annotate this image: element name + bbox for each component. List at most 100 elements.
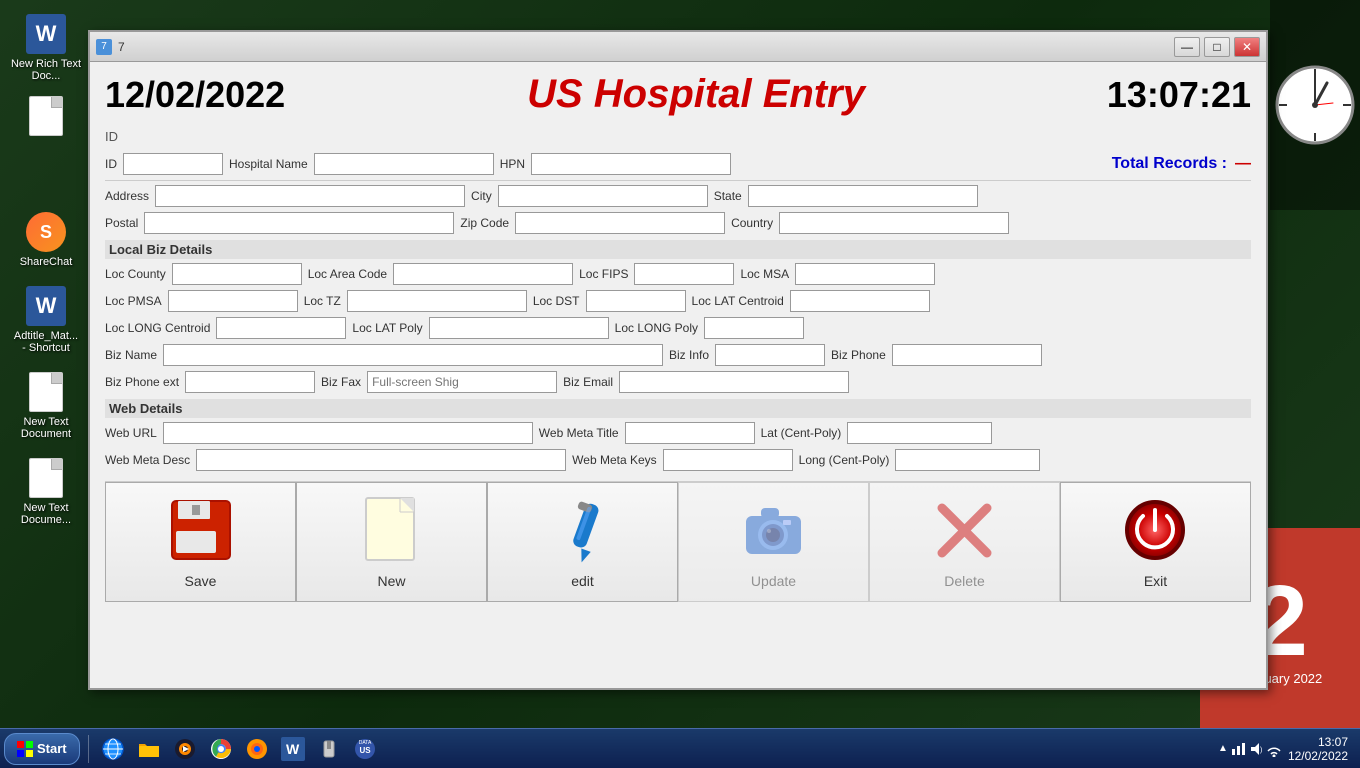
web-meta-desc-label: Web Meta Desc [105, 453, 190, 467]
long-cent-poly-input[interactable] [895, 449, 1040, 471]
postal-row: Postal Zip Code Country [105, 212, 1251, 234]
app-content: 12/02/2022 US Hospital Entry 13:07:21 ID… [90, 62, 1266, 612]
desktop-icon-new-text-1[interactable]: New Text Document [10, 368, 82, 444]
loc-tz-input[interactable] [347, 290, 527, 312]
desktop-icon-new-text-2[interactable]: New Text Docume... [10, 454, 82, 530]
taskbar-usdata-icon[interactable]: US DATA [349, 733, 381, 765]
id-input[interactable] [123, 153, 223, 175]
city-input[interactable] [498, 185, 708, 207]
loc-tz-label: Loc TZ [304, 294, 341, 308]
address-input[interactable] [155, 185, 465, 207]
loc-long-centroid-input[interactable] [216, 317, 346, 339]
hospital-name-input[interactable] [314, 153, 494, 175]
title-bar-left: 7 7 [96, 39, 125, 55]
loc-lat-poly-label: Loc LAT Poly [352, 321, 422, 335]
country-label: Country [731, 216, 773, 230]
local-biz-header: Local Biz Details [105, 240, 1251, 259]
loc-pmsa-input[interactable] [168, 290, 298, 312]
biz-fax-input[interactable] [367, 371, 557, 393]
loc-area-code-input[interactable] [393, 263, 573, 285]
biz-info-label: Biz Info [669, 348, 709, 362]
desktop: W New Rich Text Doc... S ShareChat W [0, 0, 1360, 768]
loc-lat-centroid-label: Loc LAT Centroid [692, 294, 784, 308]
loc-lat-poly-input[interactable] [429, 317, 609, 339]
app-header: 12/02/2022 US Hospital Entry 13:07:21 [105, 72, 1251, 117]
save-button[interactable]: Save [105, 482, 296, 602]
web-meta-desc-input[interactable] [196, 449, 566, 471]
taskbar-folder-icon[interactable] [133, 733, 165, 765]
svg-text:DATA: DATA [358, 740, 371, 746]
desktop-icon-paper1[interactable] [10, 92, 82, 144]
desktop-icon-adtitle[interactable]: W Adtitle_Mat...- Shortcut [10, 282, 82, 358]
loc-dst-label: Loc DST [533, 294, 580, 308]
new-paper-svg [364, 496, 419, 564]
postal-input[interactable] [144, 212, 454, 234]
total-records: Total Records : — [1112, 155, 1251, 173]
update-button[interactable]: Update [678, 482, 869, 602]
web-row2: Web Meta Desc Web Meta Keys Long (Cent-P… [105, 449, 1251, 471]
folder-icon [137, 737, 161, 761]
taskbar-firefox-icon[interactable] [241, 733, 273, 765]
category-label: ID [105, 129, 118, 144]
app-window: 7 7 — □ ✕ 12/02/2022 US Hospital Entry 1… [88, 30, 1268, 690]
network-icon [1230, 741, 1246, 757]
minimize-button[interactable]: — [1174, 37, 1200, 57]
hpn-input[interactable] [531, 153, 731, 175]
biz-name-input[interactable] [163, 344, 663, 366]
desktop-icon-new-text-2-label: New Text Docume... [10, 502, 82, 526]
loc-long-poly-input[interactable] [704, 317, 804, 339]
loc-pmsa-label: Loc PMSA [105, 294, 162, 308]
lat-cent-poly-label: Lat (Cent-Poly) [761, 426, 842, 440]
taskbar: Start [0, 728, 1360, 768]
desktop-icon-word-rich[interactable]: W New Rich Text Doc... [10, 10, 82, 86]
web-meta-keys-input[interactable] [663, 449, 793, 471]
start-button[interactable]: Start [4, 733, 80, 765]
biz-info-input[interactable] [715, 344, 825, 366]
loc-fips-input[interactable] [634, 263, 734, 285]
taskbar-ie-icon[interactable] [97, 733, 129, 765]
biz-phone-ext-label: Biz Phone ext [105, 375, 179, 389]
id-hospital-row: ID Hospital Name HPN Total Records : — [105, 153, 1251, 175]
biz-phone-input[interactable] [892, 344, 1042, 366]
title-bar-text: 7 [118, 40, 125, 54]
edit-button[interactable]: edit [487, 482, 678, 602]
media-icon [173, 737, 197, 761]
taskbar-separator-1 [88, 735, 89, 763]
biz-email-input[interactable] [619, 371, 849, 393]
total-records-value: — [1235, 155, 1251, 173]
state-input[interactable] [748, 185, 978, 207]
close-button[interactable]: ✕ [1234, 37, 1260, 57]
taskbar-clock[interactable]: 13:07 12/02/2022 [1288, 735, 1348, 763]
biz-phone-ext-input[interactable] [185, 371, 315, 393]
taskbar-time: 13:07 [1288, 735, 1348, 749]
power-svg [1123, 498, 1188, 563]
desktop-icon-sharechat-label: ShareChat [10, 256, 82, 268]
biz-row1: Biz Name Biz Info Biz Phone [105, 344, 1251, 366]
ie-icon [101, 737, 125, 761]
svg-text:US: US [359, 746, 371, 755]
taskbar-chrome-icon[interactable] [205, 733, 237, 765]
loc-msa-input[interactable] [795, 263, 935, 285]
delete-button[interactable]: Delete [869, 482, 1060, 602]
new-button[interactable]: New [296, 482, 487, 602]
category-row: ID [105, 129, 1251, 148]
tray-expand-icon[interactable]: ▲ [1218, 743, 1228, 754]
start-label: Start [37, 741, 67, 756]
total-records-label: Total Records : [1112, 155, 1227, 173]
taskbar-word-icon[interactable]: W [277, 733, 309, 765]
loc-lat-centroid-input[interactable] [790, 290, 930, 312]
desktop-icon-sharechat[interactable]: S ShareChat [10, 208, 82, 272]
maximize-button[interactable]: □ [1204, 37, 1230, 57]
zip-label: Zip Code [460, 216, 509, 230]
loc-county-input[interactable] [172, 263, 302, 285]
taskbar-usb-icon[interactable] [313, 733, 345, 765]
loc-dst-input[interactable] [586, 290, 686, 312]
lat-cent-poly-input[interactable] [847, 422, 992, 444]
web-meta-title-input[interactable] [625, 422, 755, 444]
zip-input[interactable] [515, 212, 725, 234]
taskbar-media-icon[interactable] [169, 733, 201, 765]
exit-button[interactable]: Exit [1060, 482, 1251, 602]
country-input[interactable] [779, 212, 1009, 234]
loc-row2: Loc PMSA Loc TZ Loc DST Loc LAT Centroid [105, 290, 1251, 312]
web-url-input[interactable] [163, 422, 533, 444]
